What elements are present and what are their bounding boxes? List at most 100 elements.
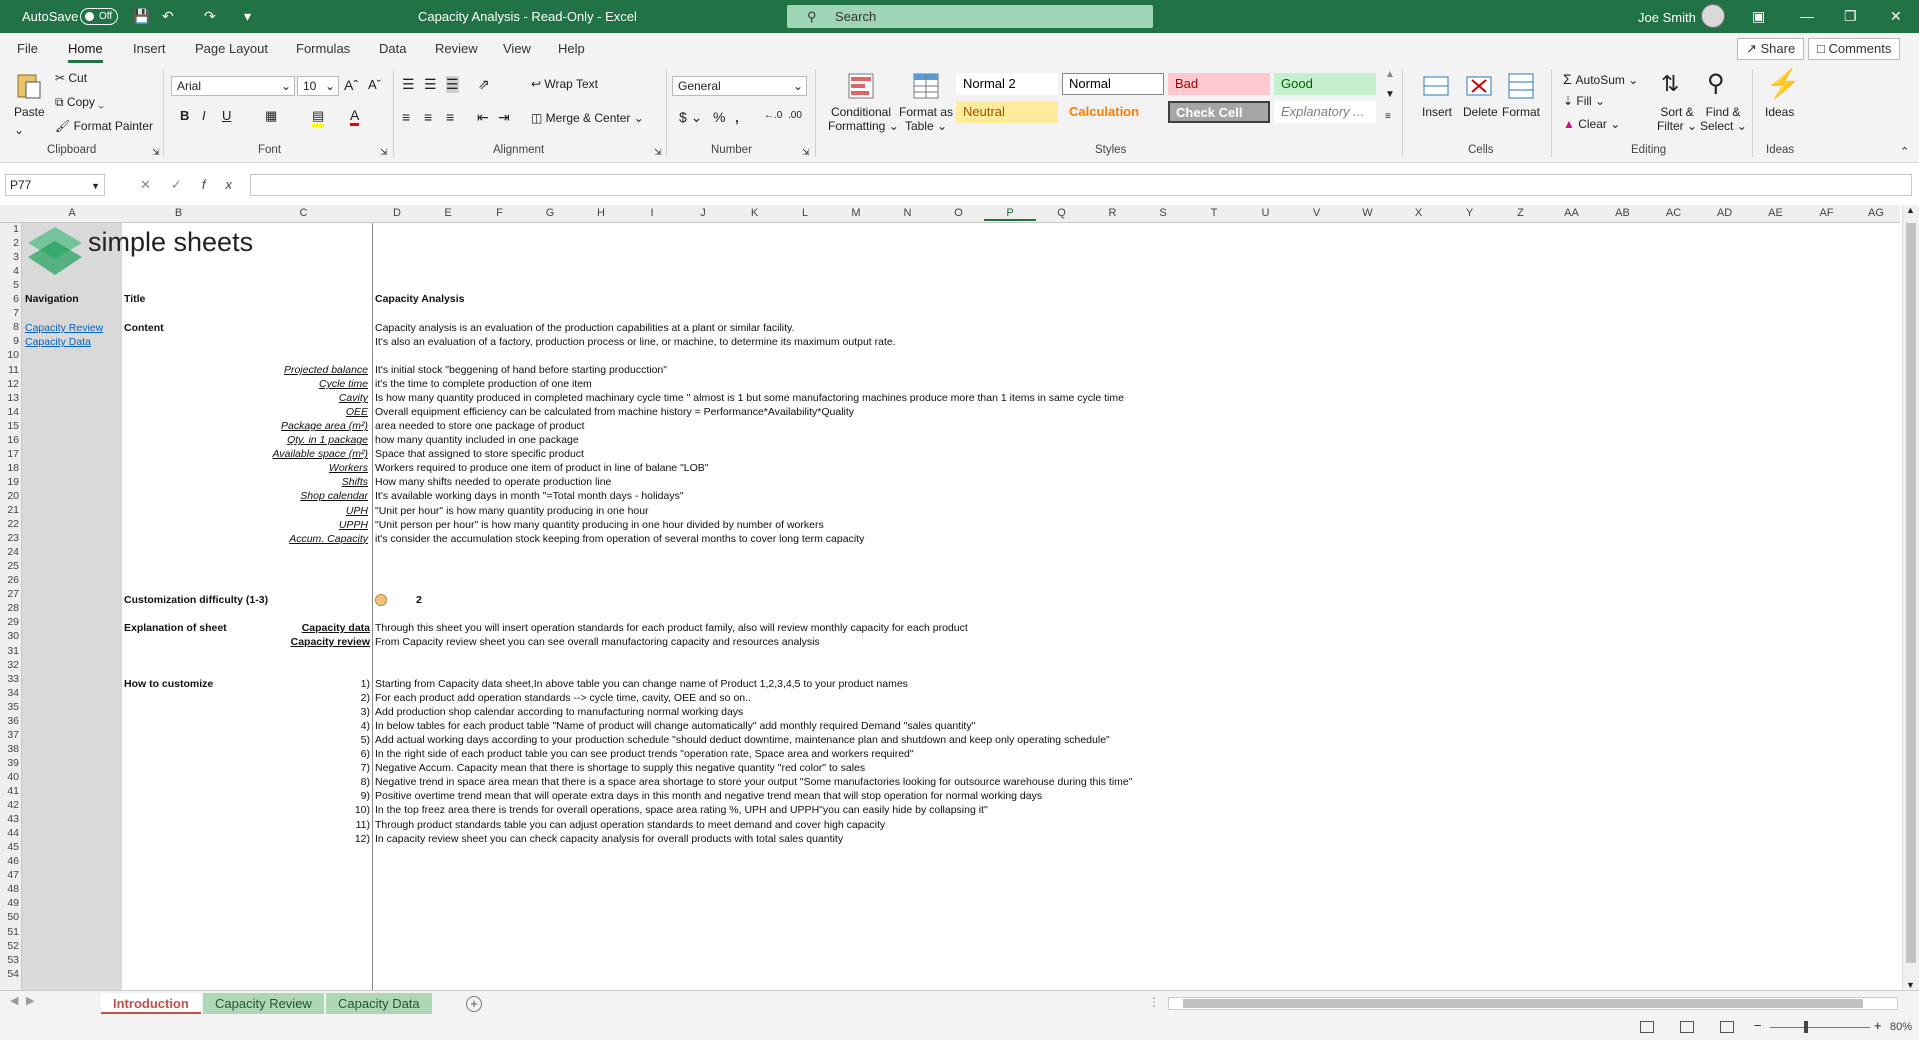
zoom-slider-handle[interactable]: [1804, 1021, 1808, 1033]
redo-icon[interactable]: ↷: [204, 8, 216, 25]
row-header[interactable]: 9: [0, 335, 19, 347]
top-align-icon[interactable]: ☰: [402, 76, 415, 93]
row-header[interactable]: 31: [0, 645, 19, 657]
orientation-icon[interactable]: ⇗: [478, 76, 490, 93]
font-launcher-icon[interactable]: ⇲: [380, 147, 388, 158]
cell-style-2[interactable]: Bad: [1168, 73, 1270, 95]
row-header[interactable]: 2: [0, 237, 19, 249]
menu-file[interactable]: File: [17, 41, 38, 56]
row-header[interactable]: 28: [0, 602, 19, 614]
align-right-icon[interactable]: ≡: [446, 109, 454, 125]
column-header[interactable]: V: [1291, 207, 1342, 219]
column-header[interactable]: K: [729, 207, 780, 219]
align-center-icon[interactable]: ≡: [424, 109, 432, 125]
row-header[interactable]: 17: [0, 448, 19, 460]
row-header[interactable]: 40: [0, 771, 19, 783]
row-header[interactable]: 47: [0, 869, 19, 881]
column-header[interactable]: Y: [1444, 207, 1495, 219]
horizontal-scrollbar[interactable]: [1168, 997, 1898, 1010]
format-painter-button[interactable]: 🖌 Format Painter: [55, 119, 153, 133]
decrease-font-icon[interactable]: Aˇ: [368, 77, 381, 92]
row-header[interactable]: 46: [0, 855, 19, 867]
row-header[interactable]: 30: [0, 630, 19, 642]
row-header[interactable]: 45: [0, 841, 19, 853]
decrease-decimal-icon[interactable]: .00: [788, 110, 802, 121]
format-as-table-button[interactable]: Format as Table ⌄: [898, 105, 954, 133]
column-header[interactable]: AG: [1852, 207, 1900, 219]
column-header[interactable]: B: [122, 207, 235, 219]
font-name-select[interactable]: Arial ⌄: [171, 76, 295, 96]
restore-icon[interactable]: ❐: [1844, 8, 1857, 25]
tab-capacity-review[interactable]: Capacity Review: [203, 993, 324, 1014]
undo-icon[interactable]: ↶: [162, 8, 174, 25]
cell-style-5[interactable]: Calculation: [1062, 101, 1164, 123]
column-header[interactable]: AF: [1801, 207, 1852, 219]
zoom-out-icon[interactable]: −: [1754, 1018, 1762, 1033]
increase-font-icon[interactable]: Aˆ: [344, 77, 358, 93]
insert-cells-button[interactable]: Insert: [1422, 105, 1452, 119]
row-header[interactable]: 49: [0, 897, 19, 909]
ribbon-display-icon[interactable]: ▣: [1752, 8, 1765, 25]
menu-home[interactable]: Home: [68, 41, 103, 63]
insert-function-icon[interactable]: fx: [202, 177, 252, 192]
column-header[interactable]: Q: [1036, 207, 1087, 219]
page-break-view-icon[interactable]: [1720, 1021, 1734, 1033]
align-left-icon[interactable]: ≡: [402, 109, 410, 125]
column-header[interactable]: D: [372, 207, 422, 219]
row-header[interactable]: 29: [0, 616, 19, 628]
column-header[interactable]: I: [627, 207, 677, 219]
row-header[interactable]: 34: [0, 687, 19, 699]
row-header[interactable]: 7: [0, 307, 19, 319]
increase-indent-icon[interactable]: ⇥: [498, 109, 510, 126]
comma-style-icon[interactable]: ‚: [735, 109, 739, 125]
column-header[interactable]: J: [677, 207, 729, 219]
fill-button[interactable]: ⇣ Fill ⌄: [1563, 94, 1605, 108]
add-sheet-icon[interactable]: +: [466, 996, 482, 1012]
decrease-indent-icon[interactable]: ⇤: [477, 109, 489, 126]
autosave-toggle[interactable]: Off: [80, 8, 118, 25]
row-header[interactable]: 26: [0, 574, 19, 586]
column-header[interactable]: G: [525, 207, 575, 219]
cell-style-3[interactable]: Good: [1274, 73, 1376, 95]
row-header[interactable]: 8: [0, 321, 19, 333]
row-header[interactable]: 18: [0, 462, 19, 474]
middle-align-icon[interactable]: ☰: [424, 76, 437, 93]
row-header[interactable]: 14: [0, 406, 19, 418]
zoom-level[interactable]: 80%: [1890, 1021, 1912, 1033]
bold-icon[interactable]: B: [180, 108, 189, 123]
autosum-button[interactable]: Σ AutoSum ⌄: [1563, 71, 1638, 87]
row-header[interactable]: 43: [0, 813, 19, 825]
column-header[interactable]: AD: [1699, 207, 1750, 219]
paste-dropdown-icon[interactable]: ⌄: [14, 123, 24, 137]
row-header[interactable]: 36: [0, 715, 19, 727]
row-header[interactable]: 10: [0, 349, 19, 361]
gallery-more-icon[interactable]: ≡: [1385, 111, 1391, 122]
column-header[interactable]: A: [22, 207, 122, 219]
font-size-select[interactable]: 10 ⌄: [297, 76, 339, 96]
row-header[interactable]: 37: [0, 729, 19, 741]
minimize-icon[interactable]: —: [1800, 8, 1814, 24]
row-header[interactable]: 19: [0, 476, 19, 488]
row-header[interactable]: 5: [0, 279, 19, 291]
row-header[interactable]: 4: [0, 265, 19, 277]
column-header[interactable]: Z: [1495, 207, 1546, 219]
menu-view[interactable]: View: [503, 41, 531, 56]
alignment-launcher-icon[interactable]: ⇲: [654, 147, 662, 158]
column-header[interactable]: AB: [1597, 207, 1648, 219]
row-header[interactable]: 27: [0, 588, 19, 600]
menu-review[interactable]: Review: [435, 41, 478, 56]
save-icon[interactable]: 💾: [133, 8, 150, 25]
vertical-scroll-thumb[interactable]: [1906, 223, 1916, 963]
row-header[interactable]: 51: [0, 926, 19, 938]
menu-help[interactable]: Help: [558, 41, 585, 56]
row-header[interactable]: 35: [0, 701, 19, 713]
gallery-up-icon[interactable]: ▲: [1385, 69, 1395, 80]
search-box[interactable]: ⚲ Search: [787, 5, 1153, 28]
menu-formulas[interactable]: Formulas: [296, 41, 350, 56]
currency-icon[interactable]: $ ⌄: [679, 109, 702, 126]
column-header[interactable]: H: [575, 207, 627, 219]
row-header[interactable]: 22: [0, 518, 19, 530]
row-header[interactable]: 38: [0, 743, 19, 755]
column-header[interactable]: E: [422, 207, 474, 219]
worksheet-grid[interactable]: A B C D E F G H I J K L M N O P Q R S T U V W X Y Z AA AB AC AD AE AF AG…: [0, 205, 1919, 990]
